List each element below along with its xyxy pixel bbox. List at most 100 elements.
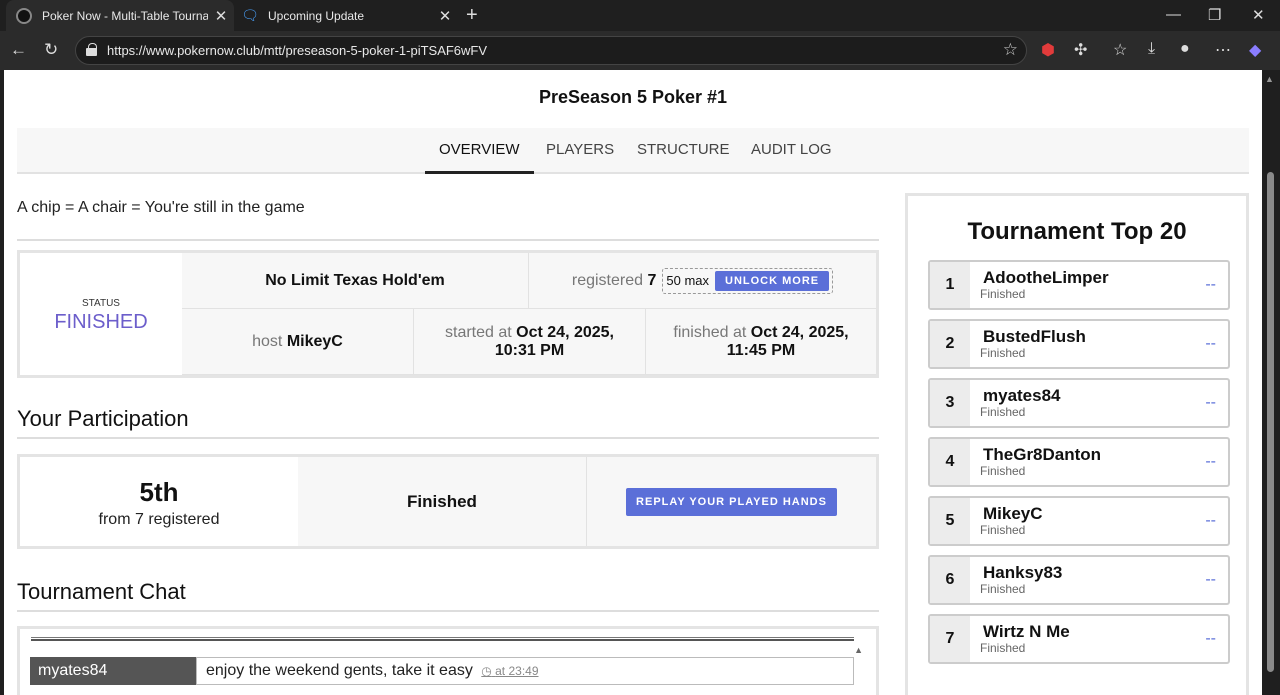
browser-tab-pokernow[interactable]: Poker Now - Multi-Table Tournam ✕ <box>6 0 234 31</box>
minimize-icon[interactable]: — <box>1166 6 1181 23</box>
url-text: https://www.pokernow.club/mtt/preseason-… <box>107 43 488 58</box>
registered-total: from 7 registered <box>98 511 220 528</box>
more-menu-icon[interactable]: ⋯ <box>1215 40 1231 60</box>
extensions-icon[interactable]: ✣ <box>1074 40 1087 60</box>
leaderboard-position: 7 <box>930 616 970 662</box>
scroll-up-icon[interactable]: ▲ <box>854 645 863 655</box>
new-tab-icon[interactable]: + <box>466 4 478 27</box>
host-name: MikeyC <box>286 332 343 350</box>
leaderboard-value: -- <box>1205 394 1216 411</box>
copilot-icon[interactable]: ◆ <box>1249 40 1261 60</box>
chat-message: enjoy the weekend gents, take it easy ◷ … <box>196 657 854 685</box>
started-time: 10:31 PM <box>494 341 565 359</box>
tab-overview[interactable]: OVERVIEW <box>425 128 534 174</box>
leaderboard-value: -- <box>1205 630 1216 647</box>
address-bar[interactable]: https://www.pokernow.club/mtt/preseason-… <box>75 36 1027 65</box>
finished-info: finished at Oct 24, 2025, 11:45 PM <box>646 309 876 375</box>
close-tab-icon[interactable]: ✕ <box>208 7 234 25</box>
clock-icon: ◷ <box>481 664 492 678</box>
leaderboard-player: Wirtz N Me <box>983 622 1070 641</box>
close-tab-icon[interactable]: ✕ <box>432 7 458 25</box>
started-label: started at <box>445 323 512 341</box>
max-players: 50 max <box>666 273 710 288</box>
leaderboard-row[interactable]: 5 MikeyC Finished -- <box>928 496 1230 546</box>
max-players-box: 50 max UNLOCK MORE <box>662 267 834 294</box>
leaderboard-position: 3 <box>930 380 970 426</box>
leaderboard-value: -- <box>1205 512 1216 529</box>
leaderboard-player: TheGr8Danton <box>983 445 1102 464</box>
leaderboard-heading: Tournament Top 20 <box>967 218 1187 245</box>
close-window-icon[interactable]: ✕ <box>1252 6 1265 24</box>
leaderboard-player: MikeyC <box>983 504 1043 523</box>
chat-message-text: enjoy the weekend gents, take it easy <box>206 662 473 679</box>
participation-panel: 5th from 7 registered Finished REPLAY YO… <box>17 454 879 549</box>
tab-players[interactable]: PLAYERS <box>532 128 628 174</box>
host-info: host MikeyC <box>182 309 414 375</box>
finished-label: finished at <box>673 323 747 341</box>
leaderboard-value: -- <box>1205 335 1216 352</box>
replay-cell: REPLAY YOUR PLAYED HANDS <box>587 457 876 546</box>
browser-tab-bar: Poker Now - Multi-Table Tournam ✕ 🗨 Upco… <box>0 0 1280 31</box>
refresh-icon[interactable]: ↻ <box>44 40 58 60</box>
leaderboard-position: 2 <box>930 321 970 367</box>
leaderboard-value: -- <box>1205 453 1216 470</box>
tournament-tagline: A chip = A chair = You're still in the g… <box>17 199 305 216</box>
chat-timestamp: ◷ at 23:49 <box>481 664 538 678</box>
shield-extension-icon[interactable]: ⬢ <box>1041 40 1055 60</box>
chat-panel[interactable]: ▲ myates84 enjoy the weekend gents, take… <box>17 626 879 695</box>
leaderboard-player: myates84 <box>983 386 1061 405</box>
host-label: host <box>252 332 283 350</box>
status-summary: STATUS FINISHED <box>20 253 182 375</box>
leaderboard-player: Hanksy83 <box>983 563 1063 582</box>
downloads-icon[interactable]: ⤓ <box>1148 40 1155 58</box>
favorites-icon[interactable]: ☆ <box>1113 40 1127 60</box>
status-value: FINISHED <box>54 311 148 333</box>
participation-heading: Your Participation <box>17 406 189 431</box>
participation-state: Finished <box>298 457 587 546</box>
status-panel: STATUS FINISHED No Limit Texas Hold'em r… <box>17 250 879 378</box>
chat-time-text: at 23:49 <box>495 664 539 678</box>
game-type: No Limit Texas Hold'em <box>182 253 529 309</box>
registration-info: registered 7 50 max UNLOCK MORE <box>529 253 876 309</box>
tab-structure[interactable]: STRUCTURE <box>623 128 744 174</box>
participation-rank: 5th from 7 registered <box>20 457 298 546</box>
leaderboard-status: Finished <box>980 582 1026 596</box>
leaderboard-panel: Tournament Top 20 1 AdootheLimper Finish… <box>905 193 1249 695</box>
tab-audit-log[interactable]: AUDIT LOG <box>737 128 846 174</box>
leaderboard-row[interactable]: 2 BustedFlush Finished -- <box>928 319 1230 369</box>
tab-title: Poker Now - Multi-Table Tournam <box>42 8 208 23</box>
chat-heading: Tournament Chat <box>17 579 186 604</box>
leaderboard-row[interactable]: 1 AdootheLimper Finished -- <box>928 260 1230 310</box>
finish-position: 5th <box>139 477 179 507</box>
leaderboard-position: 5 <box>930 498 970 544</box>
status-label: STATUS <box>82 298 120 309</box>
replay-hands-button[interactable]: REPLAY YOUR PLAYED HANDS <box>626 487 837 516</box>
leaderboard-row[interactable]: 3 myates84 Finished -- <box>928 378 1230 428</box>
tab-title: Upcoming Update <box>268 8 365 23</box>
leaderboard-row[interactable]: 4 TheGr8Danton Finished -- <box>928 437 1230 487</box>
tournament-tabs: OVERVIEW PLAYERS STRUCTURE AUDIT LOG <box>17 128 1249 174</box>
scroll-up-arrow-icon[interactable]: ▲ <box>1265 74 1274 84</box>
scrollbar-thumb[interactable] <box>1267 172 1274 672</box>
leaderboard-position: 6 <box>930 557 970 603</box>
leaderboard-player: BustedFlush <box>983 327 1086 346</box>
back-icon[interactable]: ← <box>10 40 27 60</box>
chat-bubble-favicon-icon: 🗨 <box>241 7 259 23</box>
leaderboard-value: -- <box>1205 571 1216 588</box>
started-date: Oct 24, 2025, <box>516 323 614 341</box>
divider <box>17 610 879 612</box>
finished-date: Oct 24, 2025, <box>750 323 849 341</box>
profile-avatar-icon[interactable]: ● <box>1180 40 1190 58</box>
lock-icon <box>86 43 97 56</box>
divider <box>17 437 879 439</box>
restore-icon[interactable]: ❐ <box>1208 6 1221 24</box>
unlock-more-button[interactable]: UNLOCK MORE <box>715 270 830 291</box>
pokernow-favicon-icon <box>16 7 32 24</box>
chat-separator <box>31 637 854 641</box>
favorite-star-icon[interactable]: ☆ <box>1003 40 1018 60</box>
leaderboard-row[interactable]: 6 Hanksy83 Finished -- <box>928 555 1230 605</box>
game-type-value: No Limit Texas Hold'em <box>265 271 445 289</box>
leaderboard-row[interactable]: 7 Wirtz N Me Finished -- <box>928 614 1230 664</box>
divider <box>17 239 879 241</box>
browser-tab-upcoming-update[interactable]: 🗨 Upcoming Update ✕ <box>236 0 458 31</box>
